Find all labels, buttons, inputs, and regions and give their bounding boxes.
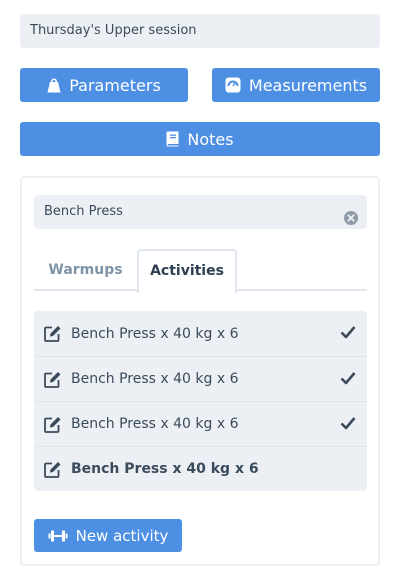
list-item[interactable]: Bench Press x 40 kg x 6 xyxy=(34,401,367,446)
notes-label: Notes xyxy=(187,129,234,149)
edit-icon[interactable] xyxy=(44,325,62,342)
measurements-label: Measurements xyxy=(248,75,368,95)
activity-label: Bench Press x 40 kg x 6 xyxy=(71,416,239,432)
check-icon xyxy=(340,371,356,385)
activity-label: Bench Press x 40 kg x 6 xyxy=(71,325,239,342)
edit-icon[interactable] xyxy=(44,461,62,478)
exercise-search-value: Bench Press xyxy=(44,204,123,219)
notes-button[interactable]: Notes xyxy=(20,122,380,156)
exercise-card: Bench Press Warmups Activities Bench Pre… xyxy=(20,176,380,566)
session-title-input[interactable]: Thursday's Upper session xyxy=(20,14,380,48)
edit-icon[interactable] xyxy=(44,371,62,388)
tab-activities[interactable]: Activities xyxy=(137,249,237,293)
activity-label: Bench Press x 40 kg x 6 xyxy=(71,371,239,387)
list-item[interactable]: Bench Press x 40 kg x 6 xyxy=(34,311,367,356)
book-icon xyxy=(166,131,179,147)
scale-icon xyxy=(225,77,241,93)
new-activity-label: New activity xyxy=(75,526,169,545)
weight-icon xyxy=(47,78,61,93)
list-item[interactable]: Bench Press x 40 kg x 6 xyxy=(34,356,367,401)
new-activity-button[interactable]: New activity xyxy=(34,519,182,552)
list-item[interactable]: Bench Press x 40 kg x 6 xyxy=(34,446,367,491)
exercise-search-input[interactable]: Bench Press xyxy=(34,195,367,229)
clear-icon[interactable] xyxy=(344,205,358,225)
parameters-button[interactable]: Parameters xyxy=(20,68,188,102)
parameters-label: Parameters xyxy=(69,75,161,95)
measurements-button[interactable]: Measurements xyxy=(212,68,380,102)
tab-bar: Warmups Activities xyxy=(34,249,367,293)
edit-icon[interactable] xyxy=(44,416,62,433)
activity-label: Bench Press x 40 kg x 6 xyxy=(71,461,259,477)
tab-warmups[interactable]: Warmups xyxy=(34,249,137,291)
dumbbell-icon xyxy=(48,529,68,543)
activity-list: Bench Press x 40 kg x 6 Bench Press x 40… xyxy=(34,311,367,491)
check-icon xyxy=(340,325,356,339)
check-icon xyxy=(340,416,356,430)
